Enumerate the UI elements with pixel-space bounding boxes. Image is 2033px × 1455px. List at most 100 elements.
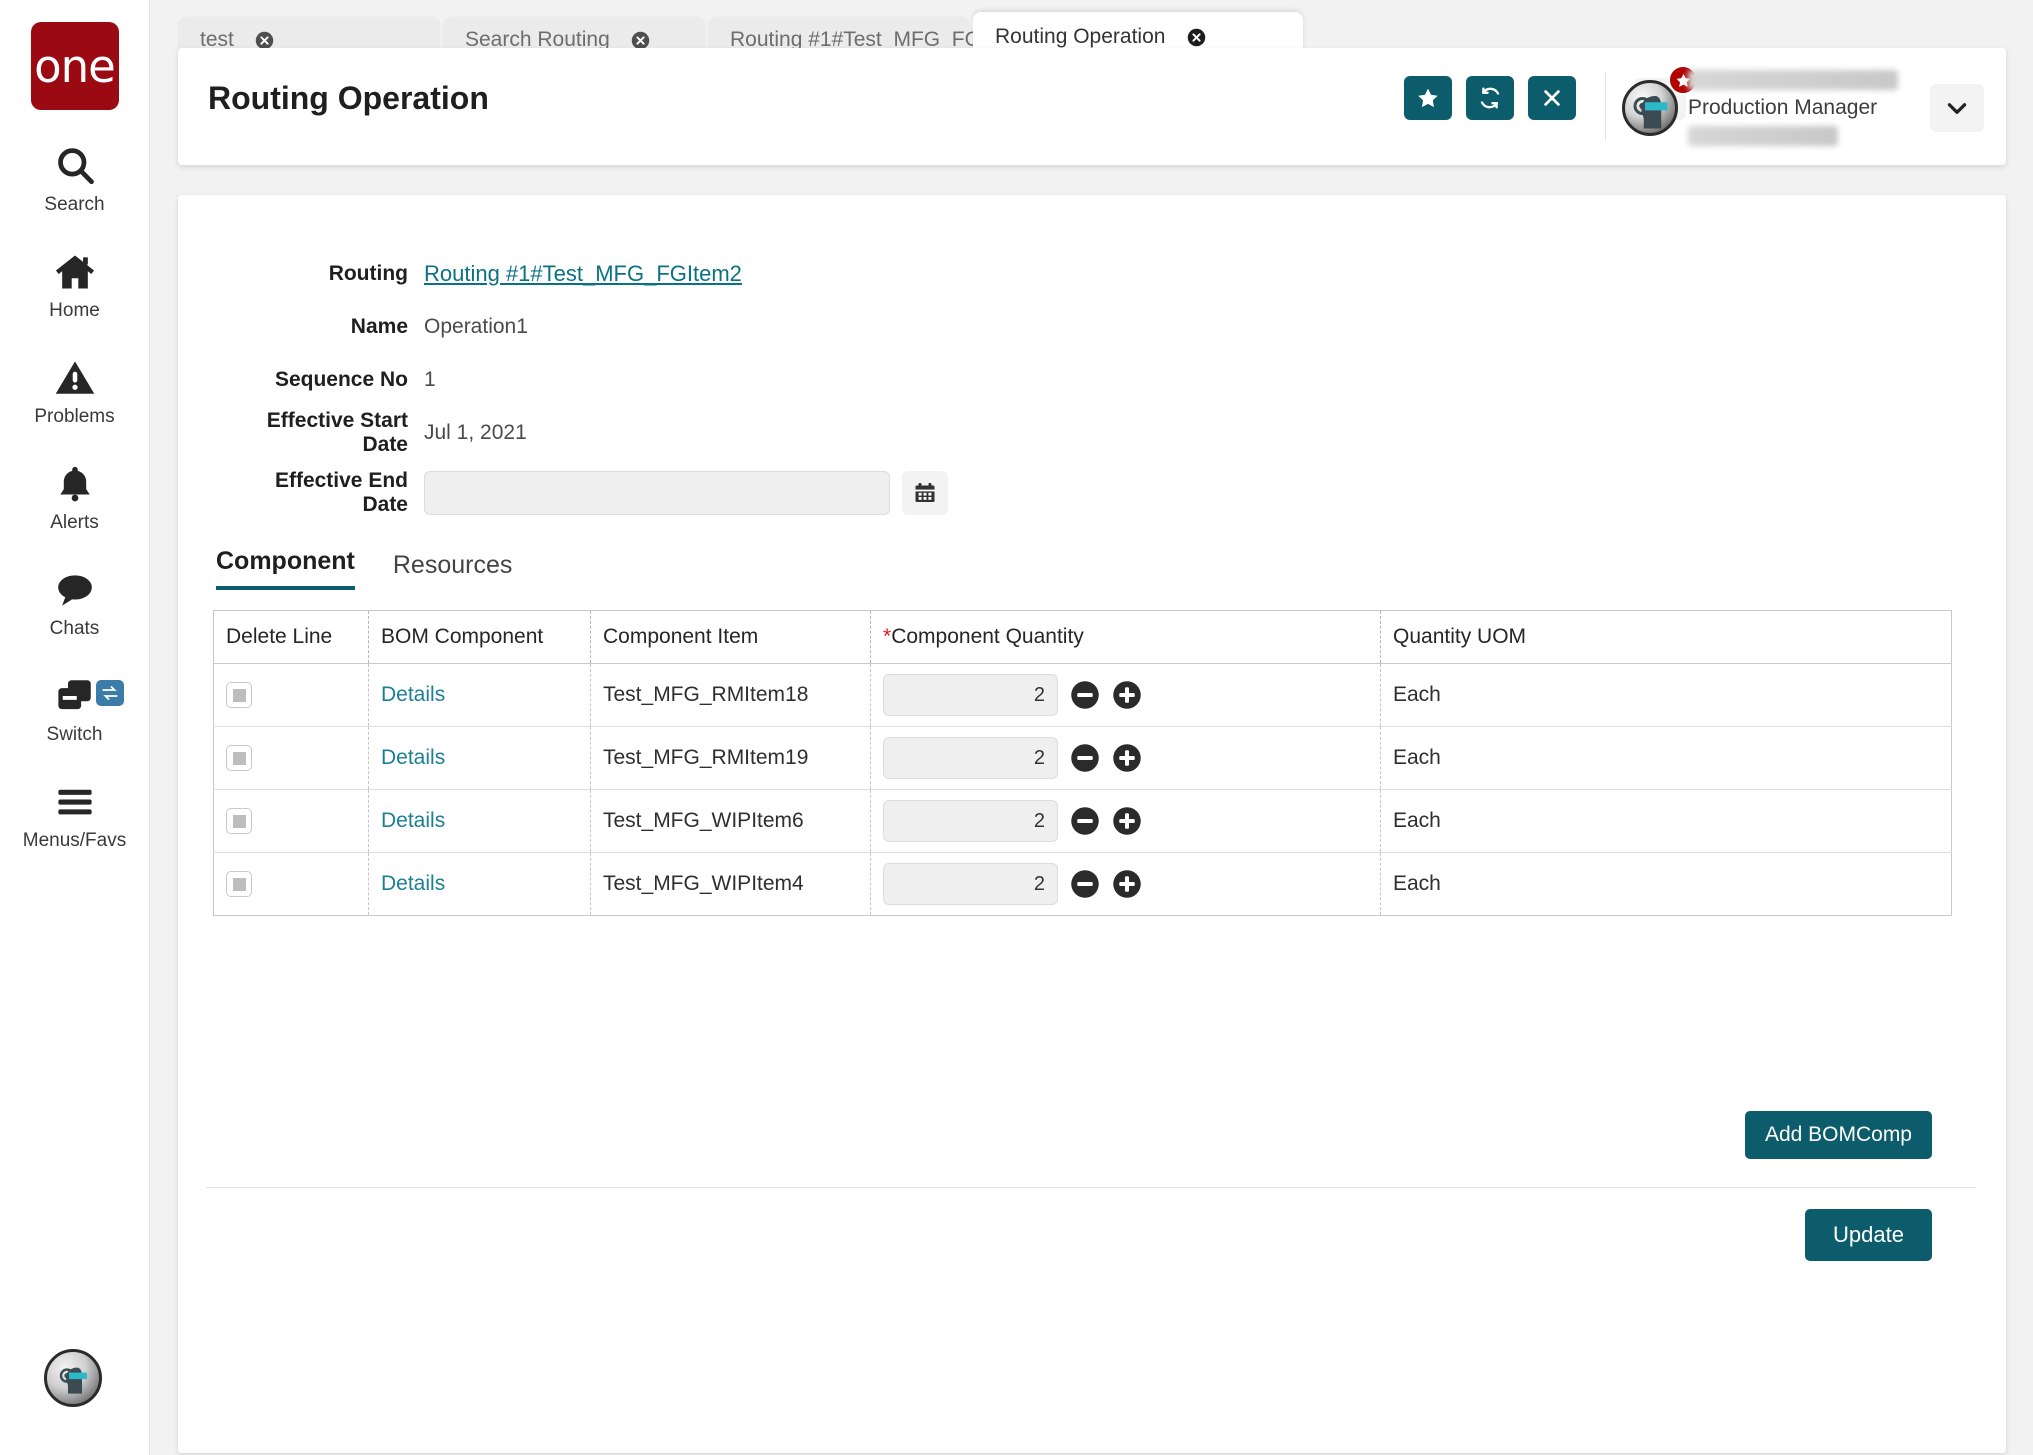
component-table-wrap: Delete Line BOM Component Component Item…: [213, 610, 1951, 916]
quantity-stepper: [883, 863, 1380, 905]
home-icon: [53, 250, 97, 294]
field-label: Routing: [228, 262, 424, 286]
sidebar-item-label: Problems: [34, 406, 114, 428]
table-row: Details Test_MFG_RMItem18 Each: [214, 664, 1952, 727]
cell-component-item: Test_MFG_RMItem18: [591, 664, 871, 727]
quantity-stepper: [883, 737, 1380, 779]
delete-line-checkbox[interactable]: [226, 871, 252, 897]
plus-circle-icon[interactable]: [1112, 806, 1142, 836]
delete-line-checkbox[interactable]: [226, 808, 252, 834]
tab-label: Resources: [393, 551, 513, 579]
sidebar-item-label: Home: [49, 300, 100, 322]
user-menu-toggle[interactable]: [1930, 84, 1984, 132]
checkbox-indicator: [233, 815, 246, 828]
sidebar-item-label: Menus/Favs: [23, 830, 126, 852]
column-delete-line: Delete Line: [214, 611, 369, 664]
details-link[interactable]: Details: [381, 746, 445, 769]
effective-end-date-input[interactable]: [424, 471, 890, 515]
field-effective-start-date: Effective Start Date Jul 1, 2021: [228, 412, 948, 454]
tab-label: Routing Operation: [995, 25, 1185, 49]
swap-arrows-icon[interactable]: [96, 680, 124, 706]
header-divider: [1605, 72, 1606, 140]
details-link[interactable]: Details: [381, 872, 445, 895]
minus-circle-icon[interactable]: [1070, 869, 1100, 899]
quantity-input[interactable]: [883, 737, 1058, 779]
close-circle-icon[interactable]: [1185, 26, 1207, 48]
field-label: Effective End Date: [228, 469, 424, 517]
sidebar-item-chats[interactable]: Chats: [0, 568, 150, 640]
minus-circle-icon[interactable]: [1070, 743, 1100, 773]
chevron-down-icon: [1944, 95, 1970, 121]
tab-component[interactable]: Component: [216, 547, 355, 590]
cell-delete-line: [214, 664, 369, 727]
calendar-icon: [913, 481, 937, 505]
delete-line-checkbox[interactable]: [226, 682, 252, 708]
cell-component-quantity: [871, 790, 1381, 853]
sidebar-item-label: Chats: [50, 618, 100, 640]
windows-switch-icon: [54, 674, 96, 718]
user-profile[interactable]: Production Manager: [1622, 70, 1984, 146]
field-label: Name: [228, 315, 424, 339]
header-action-buttons: [1404, 76, 1576, 120]
app-logo[interactable]: one: [31, 22, 119, 110]
refresh-button[interactable]: [1466, 76, 1514, 120]
page-title: Routing Operation: [208, 80, 489, 117]
sidebar-item-problems[interactable]: Problems: [0, 356, 150, 428]
cell-delete-line: [214, 727, 369, 790]
page-header-card: Routing Operation: [178, 48, 2006, 165]
quantity-input[interactable]: [883, 863, 1058, 905]
quantity-input[interactable]: [883, 800, 1058, 842]
plus-circle-icon[interactable]: [1112, 869, 1142, 899]
checkbox-indicator: [233, 878, 246, 891]
sidebar-item-menus-favs[interactable]: Menus/Favs: [0, 780, 150, 852]
avatar[interactable]: [44, 1349, 102, 1407]
component-table: Delete Line BOM Component Component Item…: [213, 610, 1952, 916]
main-area: test Search Routing Routing #1#Test_MFG_…: [150, 0, 2033, 1455]
field-sequence-no: Sequence No 1: [228, 359, 948, 401]
cell-delete-line: [214, 853, 369, 916]
table-row: Details Test_MFG_RMItem19 Each: [214, 727, 1952, 790]
column-bom-component: BOM Component: [369, 611, 591, 664]
cell-quantity-uom: Each: [1381, 664, 1952, 727]
sidebar-item-switch[interactable]: Switch: [0, 674, 150, 746]
sidebar-item-home[interactable]: Home: [0, 250, 150, 322]
column-component-item: Component Item: [591, 611, 871, 664]
sidebar-item-alerts[interactable]: Alerts: [0, 462, 150, 534]
plus-circle-icon[interactable]: [1112, 680, 1142, 710]
section-divider: [206, 1187, 1976, 1188]
sidebar-item-label: Switch: [47, 724, 103, 746]
search-icon: [53, 144, 97, 188]
hamburger-icon: [54, 780, 96, 824]
minus-circle-icon[interactable]: [1070, 680, 1100, 710]
column-label: Component Quantity: [891, 625, 1084, 648]
delete-line-checkbox[interactable]: [226, 745, 252, 771]
close-button[interactable]: [1528, 76, 1576, 120]
cell-component-quantity: [871, 664, 1381, 727]
checkbox-indicator: [233, 689, 246, 702]
routing-link[interactable]: Routing #1#Test_MFG_FGItem2: [424, 261, 742, 287]
tab-resources[interactable]: Resources: [393, 551, 513, 590]
plus-circle-icon[interactable]: [1112, 743, 1142, 773]
calendar-button[interactable]: [902, 471, 948, 515]
details-link[interactable]: Details: [381, 809, 445, 832]
quantity-input[interactable]: [883, 674, 1058, 716]
sidebar-item-search[interactable]: Search: [0, 144, 150, 216]
favorite-button[interactable]: [1404, 76, 1452, 120]
user-org-redacted: [1688, 126, 1838, 146]
details-link[interactable]: Details: [381, 683, 445, 706]
cell-delete-line: [214, 790, 369, 853]
quantity-stepper: [883, 800, 1380, 842]
cell-bom-component: Details: [369, 664, 591, 727]
table-header-row: Delete Line BOM Component Component Item…: [214, 611, 1952, 664]
field-routing: Routing Routing #1#Test_MFG_FGItem2: [228, 253, 948, 295]
field-label: Effective Start Date: [228, 409, 424, 457]
bell-icon: [54, 462, 96, 506]
add-bomcomp-button[interactable]: Add BOMComp: [1745, 1111, 1932, 1159]
table-row: Details Test_MFG_WIPItem6 Each: [214, 790, 1952, 853]
logo-text: one: [34, 44, 115, 89]
avatar[interactable]: [1622, 80, 1678, 136]
cell-bom-component: Details: [369, 727, 591, 790]
minus-circle-icon[interactable]: [1070, 806, 1100, 836]
update-button[interactable]: Update: [1805, 1209, 1932, 1261]
checkbox-indicator: [233, 752, 246, 765]
